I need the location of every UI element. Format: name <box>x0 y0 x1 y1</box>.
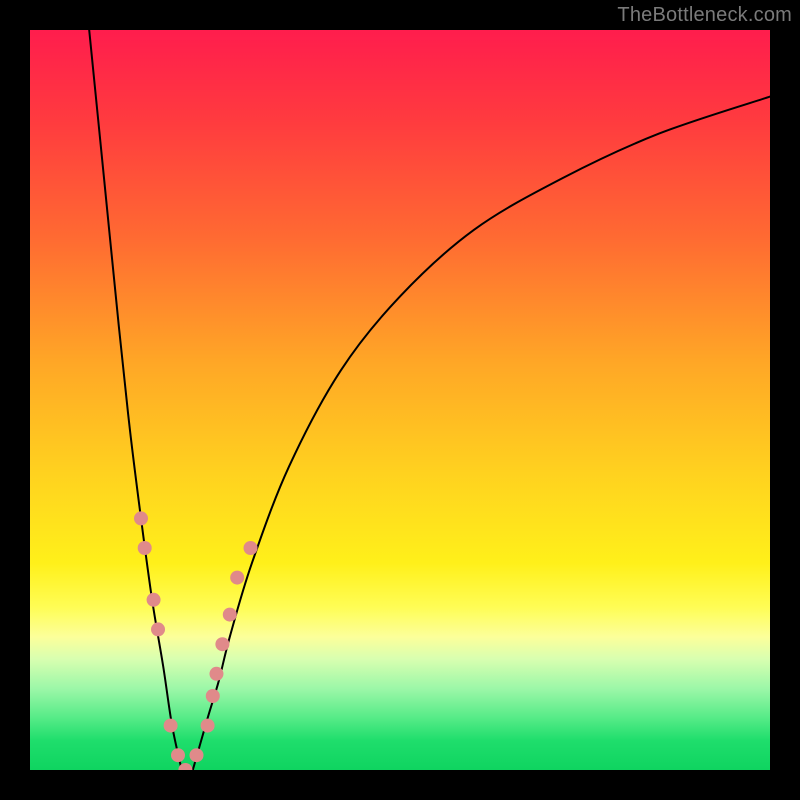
marker-dot <box>190 748 204 762</box>
marker-dot <box>201 719 215 733</box>
marker-dot <box>206 689 220 703</box>
marker-dot <box>230 571 244 585</box>
marker-dot <box>171 748 185 762</box>
chart-svg <box>30 30 770 770</box>
marker-dot <box>147 593 161 607</box>
marker-dot <box>244 541 258 555</box>
watermark-text: TheBottleneck.com <box>617 4 792 27</box>
marker-group <box>134 511 258 770</box>
curve-right-curve <box>193 97 770 770</box>
marker-dot <box>223 608 237 622</box>
marker-dot <box>164 719 178 733</box>
marker-dot <box>134 511 148 525</box>
curve-left-curve <box>89 30 182 770</box>
marker-dot <box>215 637 229 651</box>
marker-dot <box>138 541 152 555</box>
chart-frame: TheBottleneck.com <box>0 0 800 800</box>
plot-area <box>30 30 770 770</box>
marker-dot <box>209 667 223 681</box>
marker-dot <box>151 622 165 636</box>
